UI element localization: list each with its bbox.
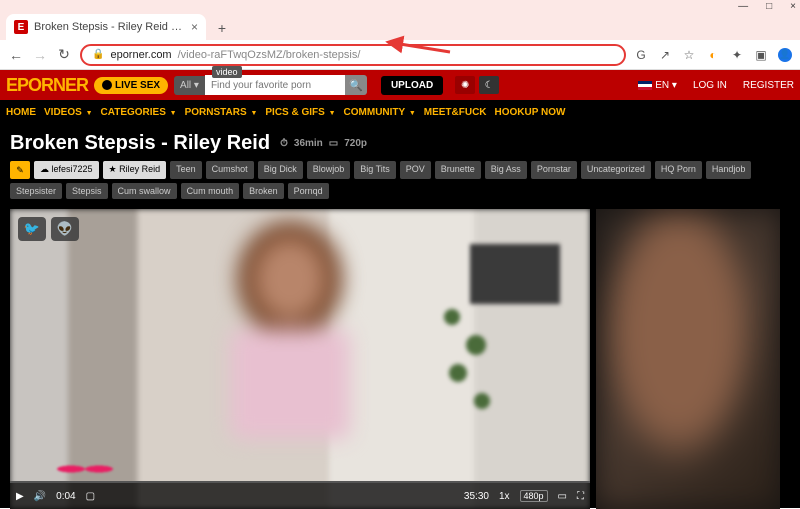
window-maximize[interactable]: □: [766, 1, 772, 12]
site-logo[interactable]: EPORNER: [6, 75, 88, 96]
menu-icon[interactable]: ▣: [754, 48, 768, 62]
flag-icon: [638, 81, 652, 90]
bookmark-icon[interactable]: ☆: [682, 48, 696, 62]
category-tag[interactable]: POV: [400, 161, 431, 179]
nav-community[interactable]: COMMUNITY ▼: [344, 107, 416, 118]
video-resolution: 720p: [344, 138, 367, 149]
edit-button[interactable]: ✎: [10, 161, 30, 179]
login-link[interactable]: LOG IN: [693, 80, 727, 91]
share-icon[interactable]: ↗: [658, 48, 672, 62]
category-tag[interactable]: Uncategorized: [581, 161, 651, 179]
url-path: /video-raFTwqOzsMZ/broken-stepsis/: [178, 49, 361, 61]
video-duration: 36min: [294, 138, 323, 149]
video-player[interactable]: 🐦 👽 ▶ 🔊 0:04 ▢ 35:30 1x 480p ▭ ⛶: [10, 209, 590, 509]
google-icon[interactable]: G: [634, 48, 648, 62]
category-tag[interactable]: Handjob: [706, 161, 752, 179]
sidebar-thumbnail[interactable]: [596, 209, 780, 509]
category-tag[interactable]: Stepsister: [10, 183, 62, 199]
uploader-tag[interactable]: ☁ lefesi7225: [34, 161, 99, 179]
fullscreen-icon[interactable]: ⛶: [577, 491, 584, 502]
language-selector[interactable]: EN ▾: [638, 80, 677, 91]
category-tag[interactable]: Cum swallow: [112, 183, 177, 199]
play-icon[interactable]: ▶: [16, 491, 24, 502]
register-link[interactable]: REGISTER: [743, 80, 794, 91]
video-title: Broken Stepsis - Riley Reid: [10, 132, 270, 155]
search-input[interactable]: [205, 75, 345, 95]
extension-icon[interactable]: ◐: [706, 48, 720, 62]
total-time: 35:30: [464, 491, 489, 502]
quality-button[interactable]: 480p: [520, 490, 548, 502]
window-minimize[interactable]: —: [738, 1, 748, 12]
search-filter-dropdown[interactable]: All ▾: [174, 76, 205, 95]
twitter-share-icon[interactable]: 🐦: [18, 217, 46, 241]
tab-title: Broken Stepsis - Riley Reid – E: [34, 21, 185, 33]
settings-icon[interactable]: ✺: [455, 76, 475, 94]
category-tag[interactable]: Brunette: [435, 161, 481, 179]
nav-home[interactable]: HOME: [6, 107, 36, 118]
nav-videos[interactable]: VIDEOS ▼: [44, 107, 93, 118]
category-tag[interactable]: Blowjob: [307, 161, 351, 179]
category-tag[interactable]: Cum mouth: [181, 183, 240, 199]
search-button[interactable]: 🔍: [345, 75, 367, 95]
theater-icon[interactable]: ▭: [558, 491, 567, 502]
current-time: 0:04: [56, 491, 75, 502]
reload-button[interactable]: ↻: [56, 46, 72, 63]
hover-tooltip: video: [212, 66, 242, 78]
category-tag[interactable]: Pornstar: [531, 161, 577, 179]
category-tag[interactable]: Cumshot: [206, 161, 254, 179]
address-bar[interactable]: 🔒 eporner.com/video-raFTwqOzsMZ/broken-s…: [80, 44, 626, 66]
profile-icon[interactable]: 👤: [778, 48, 792, 62]
live-sex-button[interactable]: LIVE SEX: [94, 77, 168, 94]
category-tag[interactable]: Big Ass: [485, 161, 527, 179]
volume-icon[interactable]: 🔊: [34, 491, 46, 502]
browser-tab[interactable]: E Broken Stepsis - Riley Reid – E ×: [6, 14, 206, 40]
category-tag[interactable]: Big Dick: [258, 161, 303, 179]
upload-button[interactable]: UPLOAD: [381, 76, 443, 95]
category-tag[interactable]: HQ Porn: [655, 161, 702, 179]
new-tab-button[interactable]: +: [210, 16, 234, 40]
reddit-share-icon[interactable]: 👽: [51, 217, 79, 241]
back-button[interactable]: ←: [8, 47, 24, 63]
category-tag[interactable]: Stepsis: [66, 183, 108, 199]
category-tag[interactable]: Big Tits: [354, 161, 396, 179]
url-domain: eporner.com: [110, 49, 171, 61]
annotation-arrow: [395, 40, 455, 65]
tab-close-icon[interactable]: ×: [191, 20, 198, 34]
window-close[interactable]: ×: [790, 1, 796, 12]
resolution-icon: ▭: [329, 138, 338, 149]
pornstar-tag[interactable]: Riley Reid: [103, 161, 167, 179]
category-tag[interactable]: Pornqd: [288, 183, 329, 199]
forward-button[interactable]: →: [32, 47, 48, 63]
category-tag[interactable]: Broken: [243, 183, 284, 199]
nav-pornstars[interactable]: PORNSTARS ▼: [185, 107, 258, 118]
pip-icon[interactable]: ▢: [86, 491, 95, 502]
nav-categories[interactable]: CATEGORIES ▼: [101, 107, 177, 118]
clock-icon: ⏱: [280, 138, 288, 149]
nav-pics[interactable]: PICS & GIFS ▼: [265, 107, 335, 118]
lock-icon: 🔒: [92, 49, 104, 60]
favicon: E: [14, 20, 28, 34]
nav-meet[interactable]: MEET&FUCK: [424, 107, 487, 118]
dark-mode-icon[interactable]: ☾: [479, 76, 499, 94]
nav-hookup[interactable]: HOOKUP NOW: [495, 107, 566, 118]
extensions-icon[interactable]: ✦: [730, 48, 744, 62]
speed-button[interactable]: 1x: [499, 491, 510, 502]
category-tag[interactable]: Teen: [170, 161, 202, 179]
